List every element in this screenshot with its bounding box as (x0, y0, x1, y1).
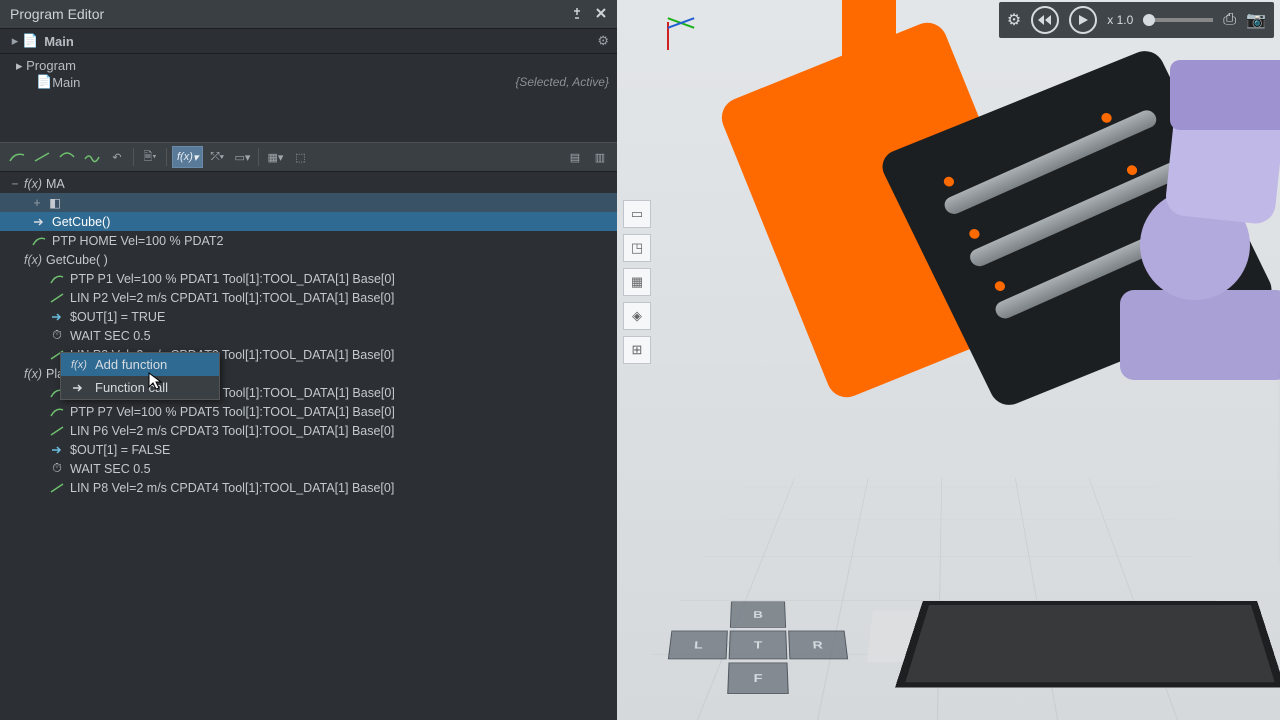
keypad-f[interactable]: F (727, 662, 789, 693)
sidetool-1[interactable]: ▭ (623, 200, 651, 228)
program-main-item[interactable]: Main (52, 75, 80, 90)
tool-grid-icon[interactable]: ▦▾ (264, 146, 286, 168)
robot-arm-upper (842, 0, 896, 90)
program-section: ▸ Program 📄 Main {Selected, Active} (0, 54, 617, 94)
tool-axis-icon[interactable]: ⤱▾ (206, 146, 228, 168)
rewind-button[interactable] (1031, 6, 1059, 34)
gc-line4[interactable]: ⏱WAIT SEC 0.5 (0, 326, 617, 345)
tool-circ-icon[interactable] (56, 146, 78, 168)
sidetool-3[interactable]: ▦ (623, 268, 651, 296)
speed-label: x 1.0 (1107, 13, 1133, 27)
tool-spline-icon[interactable] (81, 146, 103, 168)
keypad-t[interactable]: T (729, 631, 788, 660)
robot-secondary (1090, 40, 1280, 380)
tool-lin-icon[interactable] (31, 146, 53, 168)
pc-line6[interactable]: LIN P8 Vel=2 m/s CPDAT4 Tool[1]:TOOL_DAT… (0, 478, 617, 497)
tool-format-icon[interactable]: ⬚ (289, 146, 311, 168)
editor-toolbar: ↶ 🗎▾ f(x)▾ ⤱▾ ▭▾ ▦▾ ⬚ ▤ ▥ (0, 142, 617, 172)
sidetool-4[interactable]: ◈ (623, 302, 651, 330)
tablet-device (895, 601, 1280, 688)
gear-icon[interactable]: ⚙ (597, 33, 609, 49)
tool-ptp-icon[interactable] (6, 146, 28, 168)
viewport-3d[interactable]: ⚙ x 1.0 ⎙ 📷 ▭ ◳ ▦ ◈ ⊞ B L T R F KUKA KUK… (617, 0, 1280, 720)
tool-fx-button[interactable]: f(x)▾ (172, 146, 203, 168)
tool-undo-icon[interactable]: ↶ (106, 146, 128, 168)
add-row[interactable]: +◧ (0, 193, 617, 212)
pc-line5[interactable]: ⏱WAIT SEC 0.5 (0, 459, 617, 478)
menu-add-function[interactable]: f(x) Add function (61, 353, 219, 376)
keypad-r[interactable]: R (788, 631, 848, 660)
gc-line3[interactable]: $OUT[1] = TRUE (0, 307, 617, 326)
fn-main-header[interactable]: −f(x) MA (0, 174, 617, 193)
status-label: {Selected, Active} (515, 75, 609, 89)
file-icon: 📄 (36, 74, 52, 90)
breadcrumb-main[interactable]: Main (44, 34, 74, 49)
program-tree: −f(x) MA +◧ GetCube() PTP HOME Vel=100 %… (0, 172, 617, 720)
tool-view1-icon[interactable]: ▤ (564, 146, 586, 168)
keypad-b[interactable]: B (730, 601, 786, 627)
panel-header: Program Editor (0, 0, 617, 29)
speed-slider[interactable] (1143, 18, 1213, 22)
pc-line3[interactable]: LIN P6 Vel=2 m/s CPDAT3 Tool[1]:TOOL_DAT… (0, 421, 617, 440)
fx-context-menu: f(x) Add function Function call (60, 352, 220, 400)
sidetool-2[interactable]: ◳ (623, 234, 651, 262)
folder-icon: ▸ (16, 58, 26, 73)
fn-getcube-header[interactable]: f(x) GetCube( ) (0, 250, 617, 269)
viewport-side-tools: ▭ ◳ ▦ ◈ ⊞ (623, 200, 651, 364)
breadcrumb-bar: ▸ 📄 Main ⚙ (0, 29, 617, 54)
export-icon[interactable]: ⎙ (1223, 11, 1236, 29)
stmt-ptp-home[interactable]: PTP HOME Vel=100 % PDAT2 (0, 231, 617, 250)
file-icon: 📄 (22, 33, 38, 49)
keypad-l[interactable]: L (668, 631, 728, 660)
sidetool-5[interactable]: ⊞ (623, 336, 651, 364)
nav-keypad: B L T R F (634, 601, 882, 706)
expand-icon[interactable]: ▸ (8, 33, 22, 49)
tool-view2-icon[interactable]: ▥ (589, 146, 611, 168)
tool-box-icon[interactable]: ▭▾ (231, 146, 253, 168)
camera-icon[interactable]: 📷 (1246, 10, 1266, 30)
menu-function-call[interactable]: Function call (61, 376, 219, 399)
program-label[interactable]: Program (26, 58, 76, 73)
gc-line2[interactable]: LIN P2 Vel=2 m/s CPDAT1 Tool[1]:TOOL_DAT… (0, 288, 617, 307)
settings-icon[interactable]: ⚙ (1007, 10, 1021, 30)
pc-line2[interactable]: PTP P7 Vel=100 % PDAT5 Tool[1]:TOOL_DATA… (0, 402, 617, 421)
gc-line1[interactable]: PTP P1 Vel=100 % PDAT1 Tool[1]:TOOL_DATA… (0, 269, 617, 288)
program-editor-panel: Program Editor ▸ 📄 Main ⚙ ▸ Program (0, 0, 617, 720)
cursor-icon (148, 372, 164, 395)
pc-line4[interactable]: $OUT[1] = FALSE (0, 440, 617, 459)
play-button[interactable] (1069, 6, 1097, 34)
close-icon[interactable] (595, 6, 607, 22)
tool-doc-icon[interactable]: 🗎▾ (139, 146, 161, 168)
pin-icon[interactable] (571, 6, 583, 22)
call-getcube[interactable]: GetCube() (0, 212, 617, 231)
panel-title: Program Editor (10, 6, 104, 22)
playback-bar: ⚙ x 1.0 ⎙ 📷 (999, 2, 1274, 38)
